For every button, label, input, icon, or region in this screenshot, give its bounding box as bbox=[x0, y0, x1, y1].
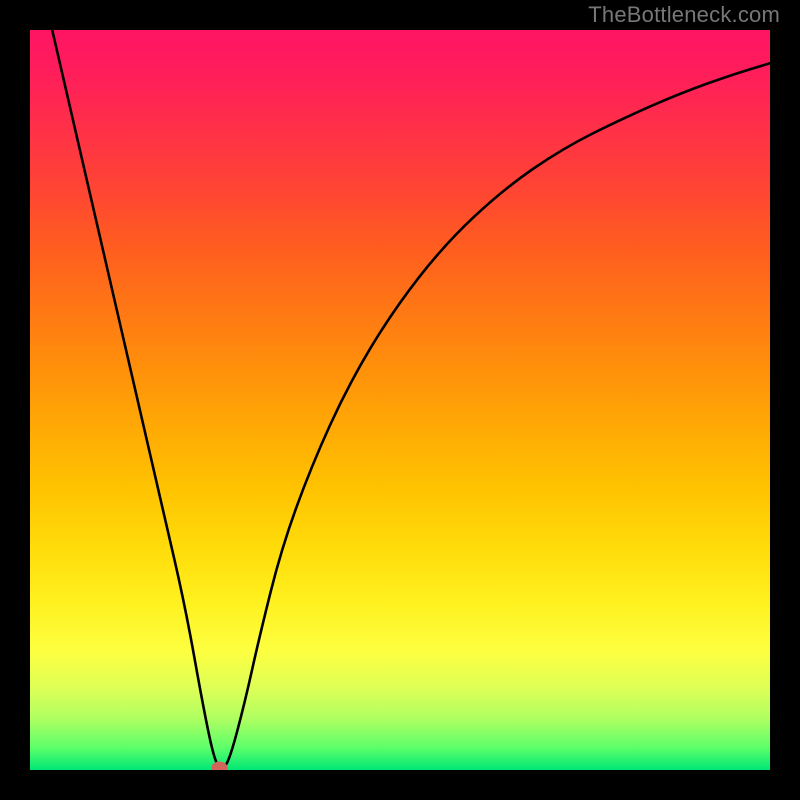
marker-dot bbox=[211, 761, 227, 770]
curve-svg bbox=[30, 30, 770, 770]
curve-path bbox=[52, 30, 770, 768]
watermark-text: TheBottleneck.com bbox=[588, 2, 780, 28]
plot-area bbox=[30, 30, 770, 770]
chart-container: TheBottleneck.com bbox=[0, 0, 800, 800]
